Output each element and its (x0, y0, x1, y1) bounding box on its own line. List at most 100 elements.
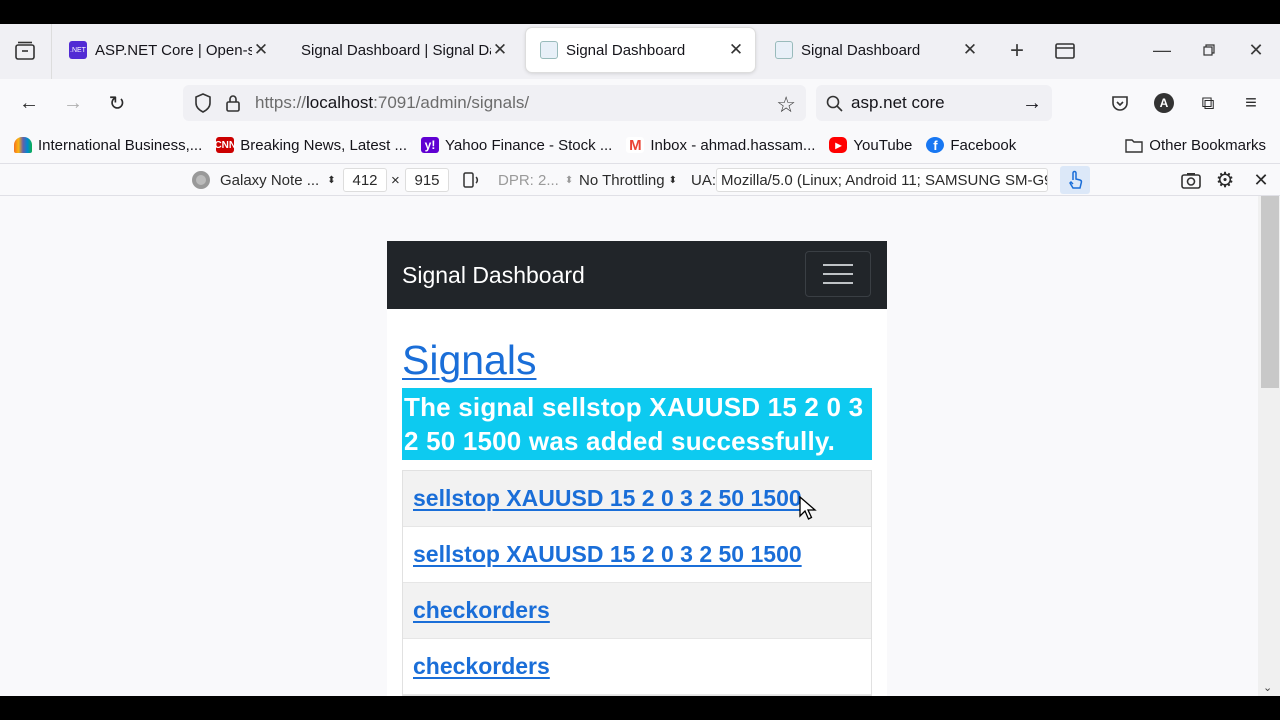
touch-simulation-icon[interactable] (1060, 166, 1090, 194)
close-window-icon[interactable]: ✕ (1244, 38, 1268, 62)
tab-title: ASP.NET Core | Open-source (95, 41, 252, 59)
lock-icon[interactable] (221, 94, 245, 112)
menu-icon[interactable]: ≡ (1237, 89, 1265, 117)
close-icon[interactable]: ✕ (961, 40, 979, 60)
tab-aspnet[interactable]: .NET ASP.NET Core | Open-source ✕ (55, 28, 280, 72)
dotnet-icon: .NET (69, 41, 87, 59)
height-input[interactable]: 915 (405, 168, 449, 192)
success-alert: The signal sellstop XAUUSD 15 2 0 3 2 50… (402, 388, 872, 460)
tab-list-icon[interactable] (1052, 38, 1078, 64)
list-item: sellstop XAUUSD 15 2 0 3 2 50 1500 (403, 527, 871, 583)
bookmark-facebook[interactable]: f Facebook (926, 137, 1016, 154)
navbar-brand[interactable]: Signal Dashboard (402, 262, 585, 289)
bookmark-yahoo-finance[interactable]: y! Yahoo Finance - Stock ... (421, 137, 612, 154)
navigation-bar: ← → ↻ https://localhost:7091/admin/signa… (0, 79, 1280, 127)
extensions-icon[interactable]: ⧉ (1194, 89, 1222, 117)
reload-icon[interactable]: ↻ (103, 89, 131, 117)
bookmark-label: YouTube (853, 136, 913, 154)
device-screen: Signal Dashboard Signals The signal sell… (387, 241, 887, 696)
account-avatar-icon[interactable]: A (1150, 89, 1178, 117)
dimension-separator: × (391, 171, 400, 189)
user-agent-input[interactable]: Mozilla/5.0 (Linux; Android 11; SAMSUNG … (716, 168, 1048, 192)
page-title-link[interactable]: Signals (402, 337, 536, 384)
go-arrow-icon[interactable]: → (1022, 92, 1042, 115)
url-scheme: https:// (255, 93, 307, 112)
bookmark-gmail[interactable]: M Inbox - ahmad.hassam... (626, 137, 815, 154)
pocket-icon[interactable] (1106, 89, 1134, 117)
screenshot-icon[interactable] (1180, 168, 1202, 192)
url-path: :7091/admin/signals/ (373, 93, 530, 112)
new-tab-icon[interactable]: + (1004, 37, 1030, 64)
search-text: asp.net core (851, 93, 945, 112)
hamburger-line (823, 282, 853, 284)
folder-icon (1125, 138, 1143, 153)
tab-signal-dashboard-1[interactable]: Signal Dashboard | Signal Dashboard ✕ (287, 28, 519, 72)
bookmark-label: Facebook (950, 136, 1017, 154)
close-rdm-icon[interactable]: ✕ (1251, 168, 1271, 192)
list-item: sellstop XAUUSD 15 2 0 3 2 50 1500 (403, 471, 871, 527)
firefox-view-icon[interactable] (12, 38, 38, 64)
signal-link[interactable]: sellstop XAUUSD 15 2 0 3 2 50 1500 (413, 541, 802, 568)
list-item: checkorders (403, 639, 871, 695)
user-agent-value: Mozilla/5.0 (Linux; Android 11; SAMSUNG … (721, 171, 1048, 189)
minimize-icon[interactable]: — (1150, 38, 1174, 62)
main-content: Signals The signal sellstop XAUUSD 15 2 … (387, 309, 887, 696)
search-bar[interactable]: asp.net core → (816, 85, 1052, 121)
page-icon (540, 41, 558, 59)
gmail-icon: M (626, 137, 645, 154)
bookmark-label: Inbox - ahmad.hassam... (650, 136, 816, 154)
ua-label: UA: (691, 171, 717, 189)
device-selector[interactable]: Galaxy Note ... ⬍ (192, 168, 336, 192)
scroll-down-icon[interactable]: ⌄ (1263, 681, 1272, 694)
signal-list: sellstop XAUUSD 15 2 0 3 2 50 1500 sells… (402, 470, 872, 696)
hamburger-menu-button[interactable] (805, 251, 871, 297)
rotate-icon[interactable] (460, 168, 482, 192)
bookmark-cnn[interactable]: CNN Breaking News, Latest ... (214, 137, 407, 154)
restore-icon[interactable] (1197, 38, 1221, 62)
responsive-design-toolbar: Galaxy Note ... ⬍ 412 × 915 DPR: 2... ⬍ … (0, 163, 1280, 196)
close-icon[interactable]: ✕ (727, 40, 745, 60)
facebook-icon: f (926, 137, 945, 153)
updown-icon: ⬍ (564, 174, 574, 186)
dpr-value: DPR: 2... (498, 171, 559, 189)
profile-initial: A (1154, 93, 1174, 113)
hamburger-line (823, 264, 853, 266)
bookmark-label: International Business,... (38, 136, 203, 154)
width-input[interactable]: 412 (343, 168, 387, 192)
nbc-icon (14, 137, 32, 153)
shield-icon[interactable] (191, 93, 215, 113)
signal-link[interactable]: checkorders (413, 653, 550, 680)
scrollbar-thumb[interactable] (1261, 196, 1279, 388)
other-bookmarks[interactable]: Other Bookmarks (1125, 137, 1266, 154)
page-icon (775, 41, 793, 59)
settings-gear-icon[interactable]: ⚙ (1214, 168, 1236, 192)
tab-signal-dashboard-2[interactable]: Signal Dashboard ✕ (761, 28, 989, 72)
hamburger-line (823, 273, 853, 275)
signal-link[interactable]: sellstop XAUUSD 15 2 0 3 2 50 1500 (413, 485, 802, 512)
page-viewport: Signal Dashboard Signals The signal sell… (0, 196, 1280, 696)
bookmark-star-icon[interactable]: ☆ (776, 92, 796, 118)
bookmark-international-business[interactable]: International Business,... (14, 137, 202, 154)
scrollbar[interactable]: ⌄ (1258, 196, 1280, 696)
bookmark-label: Yahoo Finance - Stock ... (445, 136, 613, 154)
chrome-icon (192, 171, 210, 189)
device-name: Galaxy Note ... (220, 171, 320, 189)
bookmarks-toolbar: International Business,... CNN Breaking … (0, 127, 1280, 163)
dpr-selector[interactable]: DPR: 2... ⬍ (498, 168, 573, 192)
signal-link[interactable]: checkorders (413, 597, 550, 624)
back-icon[interactable]: ← (15, 89, 43, 117)
search-icon (826, 95, 843, 112)
throttling-selector[interactable]: No Throttling ⬍ (579, 168, 677, 192)
forward-icon[interactable]: → (59, 89, 87, 117)
bookmark-label: Other Bookmarks (1149, 136, 1266, 154)
cnn-icon: CNN (214, 137, 236, 153)
close-icon[interactable]: ✕ (252, 40, 270, 60)
yahoo-icon: y! (421, 137, 440, 153)
site-navbar: Signal Dashboard (387, 241, 887, 309)
tab-title: Signal Dashboard (566, 41, 686, 59)
close-icon[interactable]: ✕ (491, 40, 509, 60)
tab-signal-dashboard-active[interactable]: Signal Dashboard ✕ (526, 28, 755, 72)
url-bar[interactable]: https://localhost:7091/admin/signals/ ☆ (183, 85, 806, 121)
tab-title: Signal Dashboard | Signal Dashboard (301, 41, 491, 59)
bookmark-youtube[interactable]: ▶ YouTube (829, 137, 912, 154)
